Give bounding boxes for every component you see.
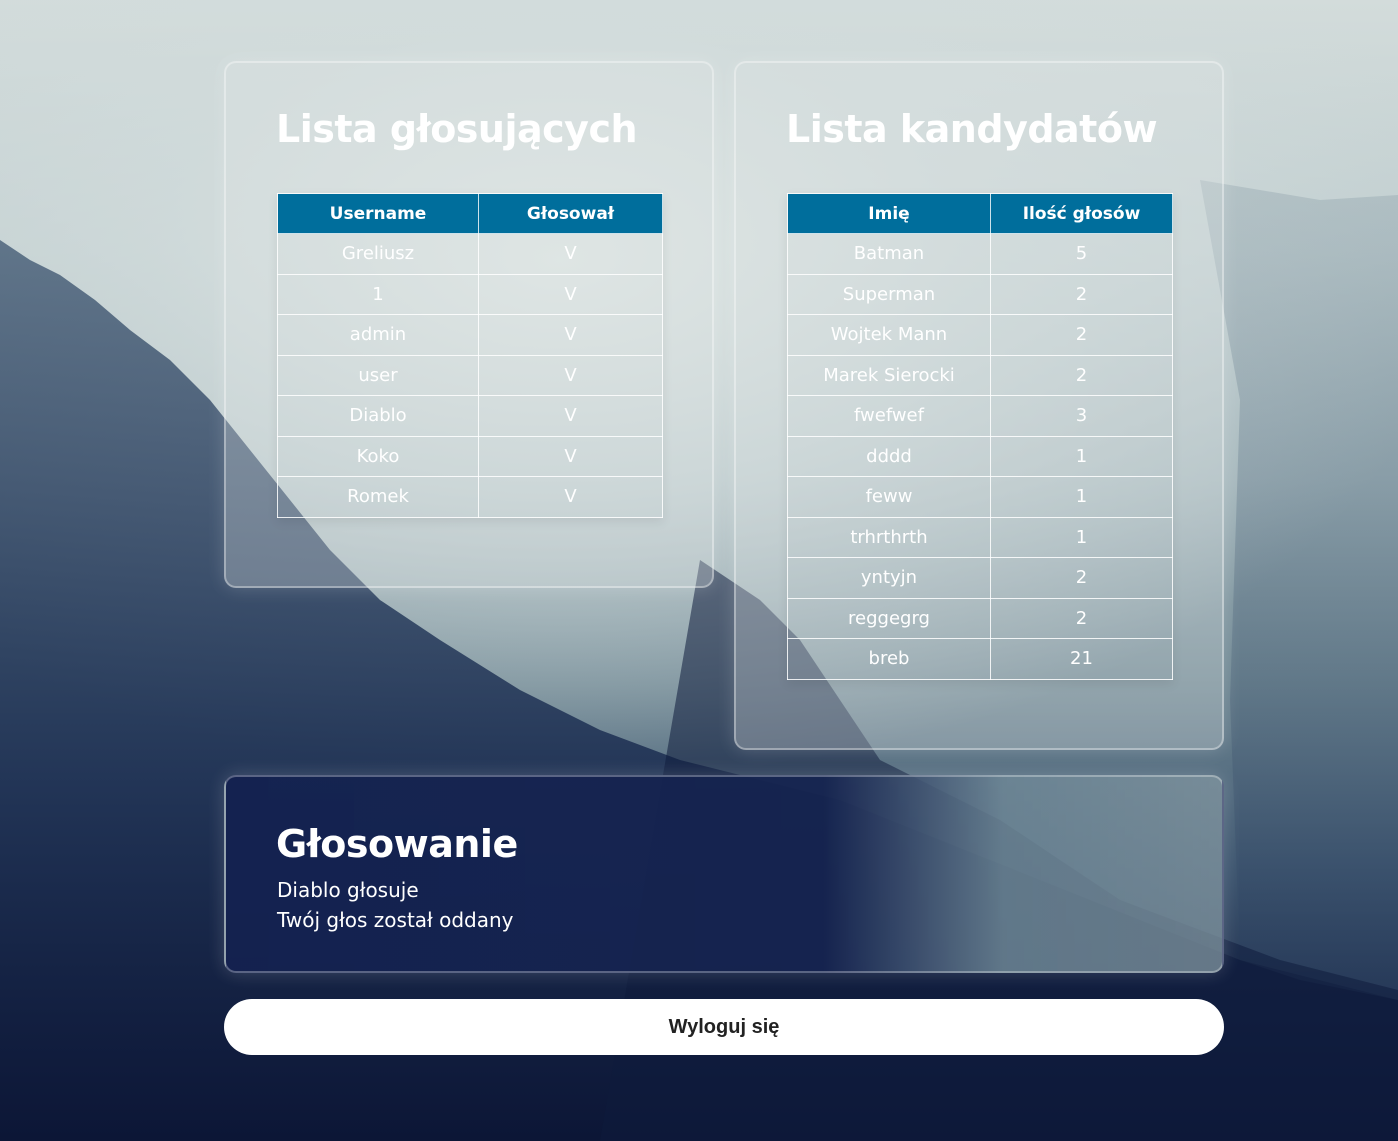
table-row: Batman 5 — [787, 233, 1173, 275]
voter-voted: V — [478, 395, 663, 437]
table-row: trhrthrth 1 — [787, 516, 1173, 558]
candidates-panel: Lista kandydatów Imię Ilość głosów Batma… — [734, 61, 1224, 750]
voter-voted: V — [478, 476, 663, 518]
voting-status-message: Twój głos został oddany — [277, 908, 514, 932]
candidate-name: fwefwef — [787, 395, 991, 437]
candidate-name: yntyjn — [787, 557, 991, 599]
candidate-name: breb — [787, 638, 991, 680]
candidate-votes: 2 — [990, 314, 1173, 356]
table-row: reggegrg 2 — [787, 597, 1173, 639]
candidate-name: Batman — [787, 233, 991, 275]
voters-header-row: Username Głosował — [277, 193, 663, 234]
voter-voted: V — [478, 314, 663, 356]
candidate-votes: 2 — [990, 597, 1173, 639]
voter-voted: V — [478, 354, 663, 396]
candidate-votes: 5 — [990, 233, 1173, 275]
voters-table: Username Głosował Greliusz V 1V admin V us… — [277, 193, 663, 518]
voters-panel: Lista głosujących Username Głosował Grel… — [224, 61, 714, 588]
column-header-name: Imię — [787, 193, 991, 234]
voting-title: Głosowanie — [276, 822, 518, 866]
table-row: Wojtek Mann 2 — [787, 314, 1173, 356]
candidate-votes: 1 — [990, 516, 1173, 558]
voters-title: Lista głosujących — [276, 107, 638, 151]
candidate-votes: 2 — [990, 354, 1173, 396]
table-row: fwefwef 3 — [787, 395, 1173, 437]
candidate-votes: 2 — [990, 557, 1173, 599]
table-row: Marek Sierocki 2 — [787, 354, 1173, 396]
table-row: Greliusz V — [277, 233, 663, 275]
voter-voted: V — [478, 273, 663, 315]
candidate-name: feww — [787, 476, 991, 518]
candidate-name: Wojtek Mann — [787, 314, 991, 356]
voter-voted: V — [478, 233, 663, 275]
table-row: user V — [277, 354, 663, 396]
voter-username: 1 — [277, 273, 479, 315]
candidate-name: reggegrg — [787, 597, 991, 639]
candidate-name: trhrthrth — [787, 516, 991, 558]
table-row: breb 21 — [787, 638, 1173, 680]
voter-username: Greliusz — [277, 233, 479, 275]
voting-panel: Głosowanie Diablo głosuje Twój głos zost… — [224, 775, 1224, 973]
candidate-name: Marek Sierocki — [787, 354, 991, 396]
voter-voted: V — [478, 435, 663, 477]
candidate-name: Superman — [787, 273, 991, 315]
voter-username: admin — [277, 314, 479, 356]
voter-username: Diablo — [277, 395, 479, 437]
table-row: admin V — [277, 314, 663, 356]
table-row: dddd 1 — [787, 435, 1173, 477]
column-header-username: Username — [277, 193, 479, 234]
candidates-table: Imię Ilość głosów Batman 5 Superman 2 Wojt… — [787, 193, 1173, 680]
table-row: 1V — [277, 273, 663, 315]
table-row: Romek V — [277, 476, 663, 518]
candidate-votes: 21 — [990, 638, 1173, 680]
candidates-title: Lista kandydatów — [786, 107, 1158, 151]
candidates-header-row: Imię Ilość głosów — [787, 193, 1173, 234]
candidate-votes: 1 — [990, 435, 1173, 477]
candidate-votes: 2 — [990, 273, 1173, 315]
candidate-name: dddd — [787, 435, 991, 477]
table-row: Koko V — [277, 435, 663, 477]
candidate-votes: 1 — [990, 476, 1173, 518]
table-row: Diablo V — [277, 395, 663, 437]
voter-username: Romek — [277, 476, 479, 518]
voting-status-user: Diablo głosuje — [277, 878, 419, 902]
table-row: Superman 2 — [787, 273, 1173, 315]
voter-username: user — [277, 354, 479, 396]
table-row: yntyjn 2 — [787, 557, 1173, 599]
candidate-votes: 3 — [990, 395, 1173, 437]
table-row: feww 1 — [787, 476, 1173, 518]
column-header-voted: Głosował — [478, 193, 663, 234]
column-header-vote-count: Ilość głosów — [990, 193, 1173, 234]
logout-button[interactable]: Wyloguj się — [224, 999, 1224, 1055]
voter-username: Koko — [277, 435, 479, 477]
